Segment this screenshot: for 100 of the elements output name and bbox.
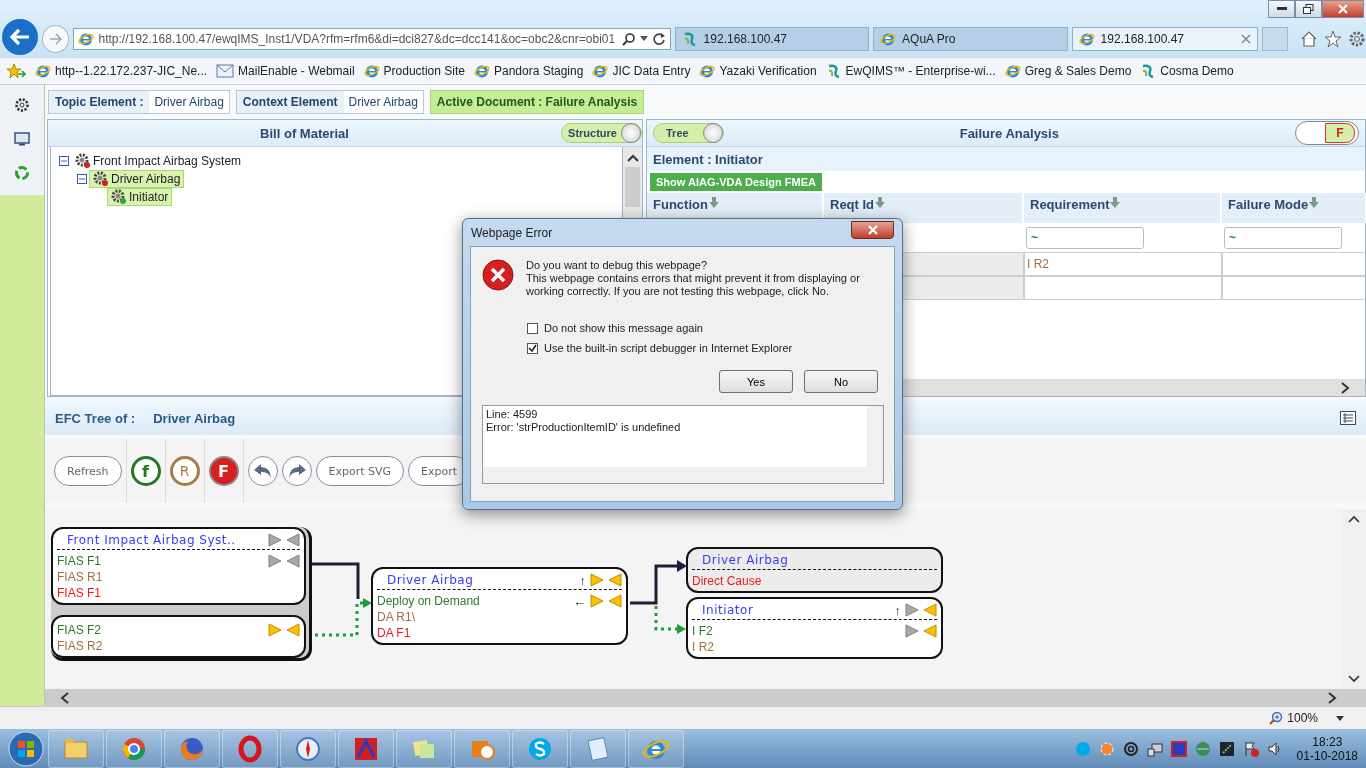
restore-icon[interactable]	[1303, 4, 1314, 14]
left-triangle-icon[interactable]	[923, 603, 937, 617]
flag-icon[interactable]	[1242, 741, 1259, 757]
browser-tab[interactable]: AQuA Pro	[873, 27, 1068, 51]
close-button[interactable]	[1322, 0, 1364, 18]
compass-icon[interactable]	[280, 730, 336, 768]
tree-toggle[interactable]: Tree	[653, 123, 724, 143]
chevron-right-icon[interactable]	[1326, 691, 1338, 704]
arrow-glyph[interactable]: ←	[573, 593, 586, 609]
fox-globe-icon[interactable]	[164, 730, 220, 768]
sort-arrow-icon[interactable]	[1110, 197, 1121, 208]
right-triangle-icon[interactable]	[268, 623, 282, 637]
left-triangle-icon[interactable]	[608, 573, 622, 587]
scrollbar-thumb[interactable]	[625, 167, 640, 207]
right-triangle-icon[interactable]	[905, 603, 919, 617]
bookmark-link[interactable]: EwQIMS™ - Enterprise-wi...	[825, 63, 996, 79]
dropdown-caret-icon[interactable]	[1336, 715, 1344, 721]
left-triangle-icon[interactable]	[286, 623, 300, 637]
home-icon[interactable]	[1299, 30, 1318, 48]
bookmark-link[interactable]: JIC Data Entry	[592, 63, 691, 79]
chevron-left-icon[interactable]	[59, 691, 71, 704]
diagram-node[interactable]: FIAS F2 FIAS R2	[51, 615, 306, 658]
toolbar-button[interactable]: Refresh	[54, 456, 122, 486]
collapse-icon[interactable]	[77, 174, 87, 184]
browser-tab[interactable]: 192.168.100.47	[674, 27, 870, 51]
redo-button[interactable]	[281, 456, 312, 486]
table-icon[interactable]	[1340, 411, 1356, 425]
close-button[interactable]	[851, 220, 894, 239]
right-triangle-icon[interactable]	[590, 594, 604, 608]
forward-arrow-icon[interactable]	[48, 33, 63, 45]
left-triangle-icon[interactable]	[608, 594, 622, 608]
toolbar-button[interactable]: R	[169, 456, 200, 486]
scrollbar[interactable]	[45, 689, 1366, 706]
right-triangle-icon[interactable]	[268, 533, 282, 547]
chevron-right-icon[interactable]	[1339, 381, 1351, 394]
back-arrow-icon[interactable]	[8, 28, 31, 46]
tree-item[interactable]: Front Impact Airbag System	[71, 152, 246, 170]
undo-arrow-icon[interactable]	[252, 463, 273, 479]
back-button[interactable]	[2, 19, 38, 55]
star-icon[interactable]	[1323, 30, 1342, 48]
favorites-star-icon[interactable]	[6, 63, 26, 79]
chevron-up-icon[interactable]	[1348, 515, 1360, 523]
bookmark-link[interactable]: Production Site	[363, 63, 465, 79]
left-triangle-icon[interactable]	[286, 533, 300, 547]
settings-icon[interactable]	[1347, 30, 1366, 48]
chevron-down-icon[interactable]	[1348, 675, 1360, 683]
column-header[interactable]: Requirement	[1024, 193, 1222, 223]
sort-arrow-icon[interactable]	[875, 197, 886, 208]
taskbar-clock[interactable]: 18:23 01-10-2018	[1296, 735, 1358, 763]
dialog-button[interactable]: Yes	[719, 370, 793, 393]
left-triangle-icon[interactable]	[286, 554, 300, 568]
ring-icon[interactable]	[222, 730, 278, 768]
scrollbar[interactable]	[1342, 509, 1366, 689]
chrome-style-icon[interactable]	[106, 730, 162, 768]
zoom-icon[interactable]	[1269, 711, 1284, 725]
column-header[interactable]: Reqt Id	[824, 193, 1024, 223]
browser-tab[interactable]: 192.168.100.47	[1071, 27, 1259, 51]
toolbar-button[interactable]: f	[130, 456, 161, 486]
tree-item[interactable]: Initiator	[107, 188, 173, 206]
bookmark-link[interactable]: Cosma Demo	[1140, 63, 1234, 79]
close-icon[interactable]	[1241, 34, 1252, 44]
tree-item[interactable]: Driver Airbag	[89, 170, 185, 188]
bookmark-link[interactable]: Yazaki Verification	[699, 63, 817, 79]
address-field[interactable]: http://192.168.100.47/ewqIMS_Inst1/VDA?rfm=rfm6&di=dci827&dc=dcc141&oc=obc2&cnr=obi01	[73, 28, 671, 50]
scrollbar[interactable]	[867, 406, 883, 467]
toolbar-button[interactable]: F	[208, 456, 239, 486]
failure-toggle[interactable]: F	[1295, 121, 1359, 145]
tray-icon[interactable]	[1218, 741, 1235, 757]
toolbar-button[interactable]: Export SVG	[315, 456, 405, 486]
minimize-icon[interactable]	[1276, 7, 1287, 11]
arrow-glyph[interactable]: ↑	[579, 572, 586, 588]
bookmark-link[interactable]: http--1.22.172.237-JIC_Ne...	[35, 63, 208, 79]
structure-toggle[interactable]: Structure	[561, 123, 642, 143]
start-button[interactable]	[6, 730, 46, 768]
dropdown-caret-icon[interactable]	[639, 36, 648, 42]
tray-icon[interactable]	[1170, 741, 1187, 757]
arrow-glyph[interactable]: ↑	[894, 602, 901, 618]
checkbox[interactable]	[527, 322, 538, 334]
search-icon[interactable]	[621, 32, 636, 46]
filter-field[interactable]: ~	[1224, 226, 1342, 249]
sort-arrow-icon[interactable]	[1309, 197, 1320, 208]
zoom-level[interactable]: 100%	[1287, 711, 1318, 725]
mail-clock-icon[interactable]	[454, 730, 510, 768]
refresh-icon[interactable]	[651, 32, 666, 46]
right-triangle-icon[interactable]	[590, 573, 604, 587]
diagram-node[interactable]: Front Impact Airbag Syst.. FIAS F1 FIAS R1 FIAS F1	[51, 527, 306, 605]
undo-button[interactable]	[247, 456, 278, 486]
checkbox[interactable]	[527, 342, 538, 354]
sort-arrow-icon[interactable]	[708, 197, 719, 208]
right-triangle-icon[interactable]	[268, 554, 282, 568]
notepad-icon[interactable]	[570, 730, 626, 768]
speaker-icon[interactable]	[1266, 741, 1283, 757]
diagram-node[interactable]: Driver Airbag ↑ Deploy on Demand ← DA R1\ DA F1	[371, 567, 628, 645]
filter-field[interactable]: ~	[1026, 226, 1144, 249]
minimize-button[interactable]	[1268, 0, 1295, 18]
bookmark-link[interactable]: Greg & Sales Demo	[1004, 63, 1132, 79]
bookmark-link[interactable]: Pandora Staging	[474, 63, 584, 79]
left-triangle-icon[interactable]	[923, 624, 937, 638]
folder-icon[interactable]	[48, 730, 104, 768]
restore-button[interactable]	[1295, 0, 1322, 18]
